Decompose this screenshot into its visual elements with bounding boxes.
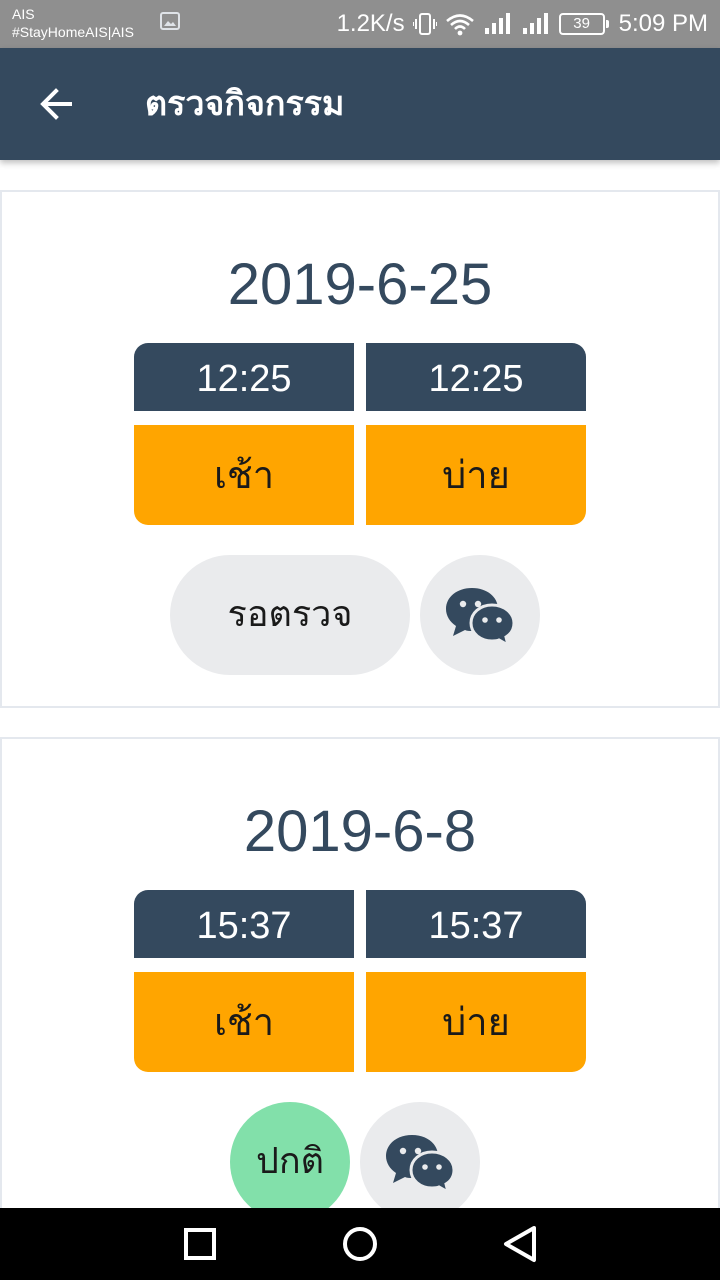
battery-icon: 39: [558, 13, 609, 35]
time-out: 15:37: [366, 890, 586, 958]
status-badge[interactable]: ปกติ: [230, 1102, 350, 1208]
chat-icon: [446, 588, 516, 645]
activity-card: 2019-6-25 12:25 12:25 เช้า บ่าย รอตรวจ: [0, 190, 720, 708]
carrier-tag: #StayHomeAIS|AIS: [12, 24, 134, 40]
gallery-icon: [160, 12, 180, 30]
card-date: 2019-6-8: [243, 799, 477, 864]
time-in: 12:25: [134, 343, 354, 411]
shift-in: เช้า: [134, 425, 354, 525]
status-bar: AIS #StayHomeAIS|AIS 1.2K/s 39 5:09 PM: [0, 0, 720, 48]
page-title: ตรวจกิจกรรม: [145, 84, 345, 124]
activity-list[interactable]: 2019-6-25 12:25 12:25 เช้า บ่าย รอตรวจ 2…: [0, 160, 720, 1208]
signal-icon-1: [484, 13, 510, 34]
wifi-icon: [445, 14, 474, 36]
back-nav-button[interactable]: [500, 1224, 540, 1264]
vibrate-icon: [412, 13, 437, 35]
time-in: 15:37: [134, 890, 354, 958]
time-out: 12:25: [366, 343, 586, 411]
app-bar: ตรวจกิจกรรม: [0, 48, 720, 160]
signal-icon-2: [522, 13, 548, 34]
carrier-label: AIS #StayHomeAIS|AIS: [12, 5, 134, 41]
arrow-left-icon: [40, 88, 72, 120]
status-icons: 1.2K/s 39 5:09 PM: [337, 0, 708, 48]
chat-button[interactable]: [420, 555, 540, 675]
shift-out: บ่าย: [366, 425, 586, 525]
back-button[interactable]: [20, 76, 92, 132]
chat-icon: [386, 1135, 456, 1192]
home-button[interactable]: [340, 1224, 380, 1264]
square-icon: [184, 1228, 216, 1260]
clock: 5:09 PM: [618, 10, 708, 37]
triangle-back-icon: [504, 1226, 536, 1262]
card-date: 2019-6-25: [227, 252, 493, 317]
chat-button[interactable]: [360, 1102, 480, 1208]
network-speed: 1.2K/s: [336, 10, 405, 37]
circle-icon: [343, 1227, 377, 1261]
recents-button[interactable]: [180, 1224, 220, 1264]
activity-card: 2019-6-8 15:37 15:37 เช้า บ่าย ปกติ: [0, 737, 720, 1208]
status-badge[interactable]: รอตรวจ: [170, 555, 410, 675]
shift-in: เช้า: [134, 972, 354, 1072]
navigation-bar: [0, 1208, 720, 1280]
carrier-name: AIS: [12, 6, 35, 22]
shift-out: บ่าย: [366, 972, 586, 1072]
